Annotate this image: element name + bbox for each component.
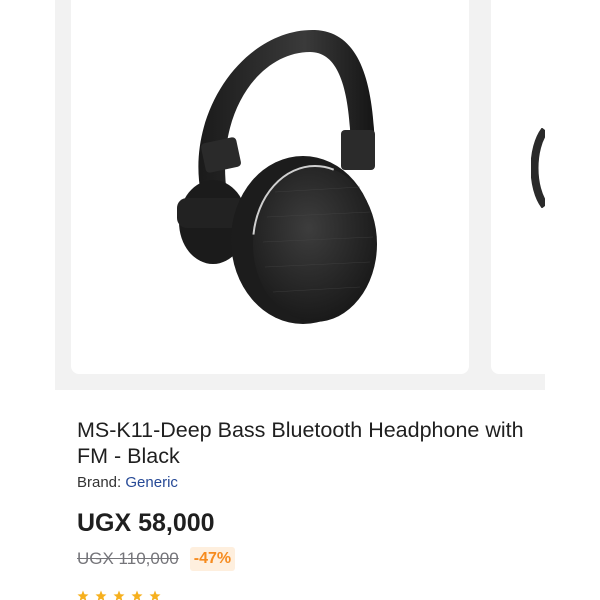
headphones-image-partial (531, 128, 545, 208)
brand-label: Brand: (77, 474, 122, 491)
rating-stars[interactable] (77, 590, 161, 600)
brand-row: Brand: Generic (77, 474, 178, 491)
star-icon (77, 590, 89, 600)
star-icon (131, 590, 143, 600)
discount-badge: -47% (189, 547, 236, 571)
product-page: MS-K11-Deep Bass Bluetooth Headphone wit… (0, 0, 600, 600)
carousel-slide-current[interactable] (71, 0, 469, 374)
image-carousel[interactable] (55, 0, 545, 390)
current-price: UGX 58,000 (77, 509, 215, 537)
star-icon (113, 590, 125, 600)
carousel-slide-next[interactable] (491, 0, 545, 374)
brand-link[interactable]: Generic (125, 474, 178, 491)
product-title: MS-K11-Deep Bass Bluetooth Headphone wit… (77, 418, 524, 468)
star-icon (149, 590, 161, 600)
old-price-row: UGX 110,000 -47% (77, 547, 236, 571)
star-icon (95, 590, 107, 600)
old-price: UGX 110,000 (77, 549, 179, 568)
headphones-image (177, 29, 378, 324)
